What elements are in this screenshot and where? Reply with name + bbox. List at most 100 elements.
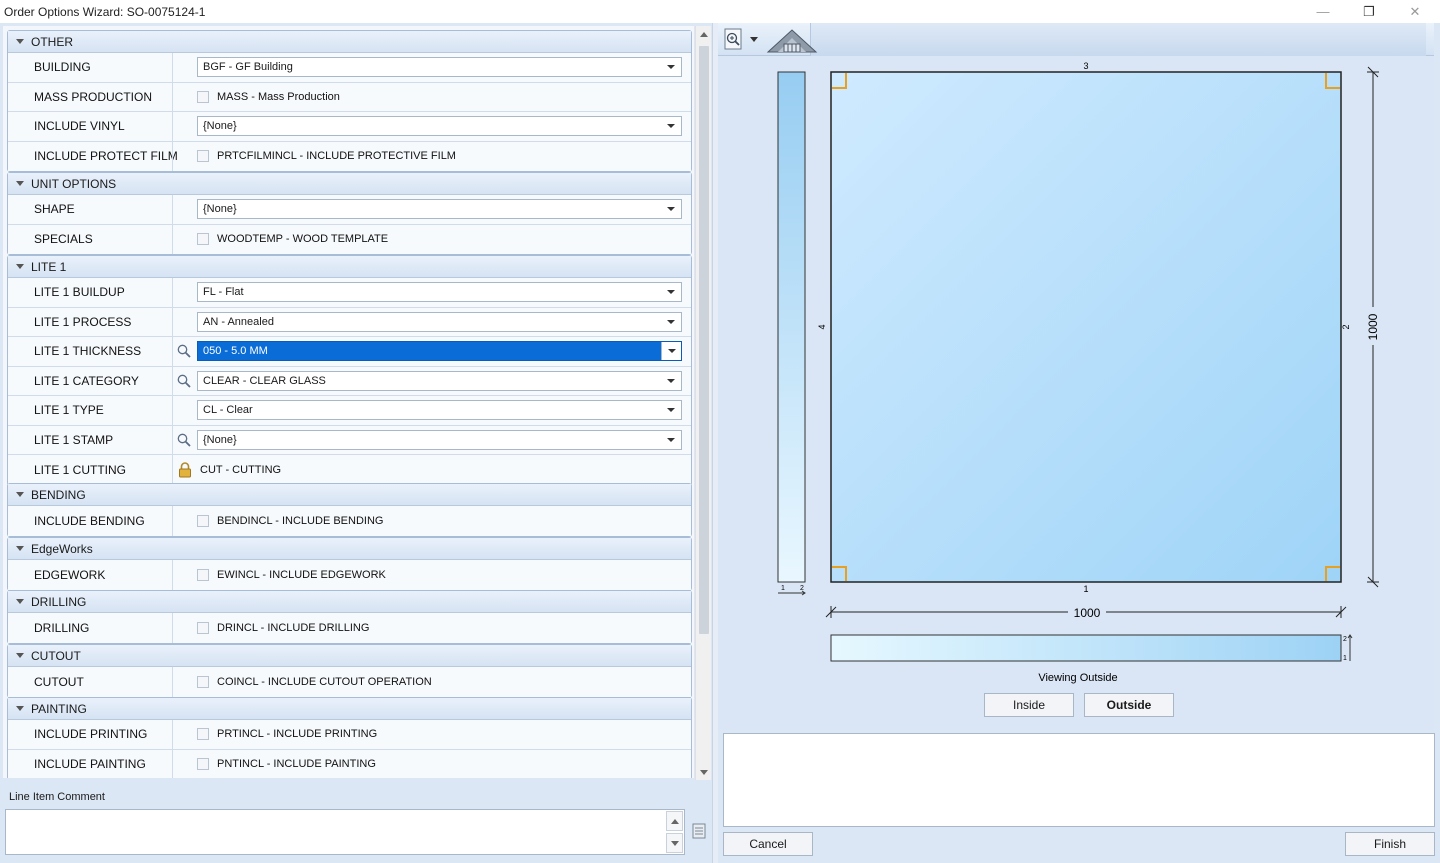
option-label: SHAPE (34, 202, 75, 217)
option-label: EDGEWORK (34, 567, 106, 582)
collapse-icon[interactable] (16, 264, 24, 269)
search-icon[interactable] (177, 433, 191, 447)
checkbox-text: PRTCFILMINCL - INCLUDE PROTECTIVE FILM (217, 150, 456, 163)
lite1-type-combo[interactable]: CL - Clear (197, 400, 682, 421)
order-notes-area[interactable] (723, 733, 1435, 827)
dropdown-arrow-icon[interactable] (661, 342, 681, 361)
dropdown-arrow-icon[interactable] (661, 401, 681, 419)
option-row-specials: SPECIALS WOODTEMP - WOOD TEMPLATE (8, 224, 691, 254)
combo-value: BGF - GF Building (203, 61, 293, 74)
lite1-stamp-combo[interactable]: {None} (197, 429, 682, 450)
comment-scroll-down-button[interactable] (666, 833, 683, 853)
section-header-bending[interactable]: BENDING (8, 484, 691, 506)
section-header-drilling[interactable]: DRILLING (8, 591, 691, 613)
checkbox-text: COINCL - INCLUDE CUTOUT OPERATION (217, 675, 432, 688)
section-edgeworks: EdgeWorks EDGEWORK EWINCL - INCLUDE EDGE… (7, 537, 692, 591)
protect-film-checkbox[interactable] (197, 150, 209, 163)
minimize-button[interactable]: — (1300, 0, 1346, 23)
section-cutout: CUTOUT CUTOUT COINCL - INCLUDE CUTOUT OP… (7, 644, 692, 698)
dropdown-arrow-icon[interactable] (661, 117, 681, 135)
option-row-lite1-process: LITE 1 PROCESS AN - Annealed (8, 307, 691, 337)
include-vinyl-combo[interactable]: {None} (197, 116, 682, 137)
section-header-edgeworks[interactable]: EdgeWorks (8, 538, 691, 560)
edge-label-left: 4 (817, 324, 827, 329)
lite1-category-combo[interactable]: CLEAR - CLEAR GLASS (197, 370, 682, 391)
dropdown-arrow-icon[interactable] (661, 431, 681, 449)
scroll-down-button[interactable] (696, 764, 712, 780)
option-label: LITE 1 THICKNESS (34, 344, 142, 359)
combo-value: 050 - 5.0 MM (203, 345, 268, 358)
notes-icon[interactable] (692, 823, 706, 839)
scrollbar-thumb[interactable] (699, 46, 709, 634)
section-header-other[interactable]: OTHER (8, 31, 691, 53)
lock-icon (179, 461, 191, 478)
title-bar: Order Options Wizard: SO-0075124-1 — ❐ ✕ (0, 0, 1440, 23)
lite1-buildup-combo[interactable]: FL - Flat (197, 282, 682, 303)
section-header-unit-options[interactable]: UNIT OPTIONS (8, 173, 691, 195)
section-bending: BENDING INCLUDE BENDING BENDINCL - INCLU… (7, 483, 692, 537)
option-label: LITE 1 TYPE (34, 403, 104, 418)
house-view-icon[interactable] (766, 26, 820, 53)
shape-combo[interactable]: {None} (197, 199, 682, 220)
inside-view-button[interactable]: Inside (984, 693, 1074, 717)
edgework-checkbox[interactable] (197, 568, 209, 581)
dropdown-arrow-icon[interactable] (661, 313, 681, 331)
combo-value: {None} (203, 433, 237, 446)
side-edge-label: 2 (800, 585, 804, 592)
section-title: LITE 1 (31, 259, 67, 274)
outside-view-button[interactable]: Outside (1084, 693, 1174, 717)
building-combo[interactable]: BGF - GF Building (197, 57, 682, 78)
scroll-up-button[interactable] (696, 26, 712, 42)
height-dimension-label: 1000 (1366, 313, 1380, 340)
search-icon[interactable] (177, 374, 191, 388)
cancel-button[interactable]: Cancel (723, 832, 813, 856)
line-item-comment-input[interactable] (5, 809, 685, 855)
option-label: CUTOUT (34, 674, 84, 689)
option-label: LITE 1 PROCESS (34, 314, 132, 329)
zoom-dropdown-icon[interactable] (750, 37, 758, 42)
bottom-edge-label: 2 (1343, 636, 1347, 643)
mass-production-checkbox[interactable] (197, 90, 209, 103)
collapse-icon[interactable] (16, 492, 24, 497)
comment-scrollbar[interactable] (666, 811, 683, 853)
glass-drawing: 1 2 3 1 4 2 1000 1000 2 1 Viewing Outsid… (777, 61, 1380, 684)
dropdown-arrow-icon[interactable] (661, 372, 681, 390)
collapse-icon[interactable] (16, 653, 24, 658)
cutout-checkbox[interactable] (197, 675, 209, 688)
finish-button[interactable]: Finish (1345, 832, 1435, 856)
section-header-painting[interactable]: PAINTING (8, 698, 691, 720)
section-lite1: LITE 1 LITE 1 BUILDUP FL - Flat LITE 1 P… (7, 255, 692, 486)
include-printing-checkbox[interactable] (197, 728, 209, 741)
option-row-lite1-stamp: LITE 1 STAMP {None} (8, 425, 691, 455)
section-header-cutout[interactable]: CUTOUT (8, 645, 691, 667)
specials-checkbox[interactable] (197, 233, 209, 246)
option-row-lite1-thickness: LITE 1 THICKNESS 050 - 5.0 MM (8, 337, 691, 367)
option-label: INCLUDE PROTECT FILM (34, 149, 178, 164)
collapse-icon[interactable] (16, 181, 24, 186)
option-label: LITE 1 BUILDUP (34, 285, 125, 300)
lite1-thickness-combo[interactable]: 050 - 5.0 MM (197, 341, 682, 362)
include-bending-checkbox[interactable] (197, 514, 209, 527)
collapse-icon[interactable] (16, 546, 24, 551)
options-scrollbar[interactable] (695, 26, 711, 780)
lite1-process-combo[interactable]: AN - Annealed (197, 311, 682, 332)
drilling-checkbox[interactable] (197, 621, 209, 634)
search-icon[interactable] (177, 344, 191, 358)
zoom-icon[interactable] (724, 28, 746, 50)
option-row-mass-production: MASS PRODUCTION MASS - Mass Production (8, 82, 691, 112)
dropdown-arrow-icon[interactable] (661, 283, 681, 301)
option-row-lite1-cutting: LITE 1 CUTTING CUT - CUTTING (8, 455, 691, 485)
section-header-lite1[interactable]: LITE 1 (8, 256, 691, 278)
dropdown-arrow-icon[interactable] (661, 200, 681, 218)
collapse-icon[interactable] (16, 39, 24, 44)
side-edge-label: 1 (781, 585, 785, 592)
collapse-icon[interactable] (16, 599, 24, 604)
dropdown-arrow-icon[interactable] (661, 58, 681, 76)
restore-button[interactable]: ❐ (1346, 0, 1392, 23)
window-client: OTHER BUILDING BGF - GF Building MASS PR… (0, 23, 1440, 863)
collapse-icon[interactable] (16, 706, 24, 711)
close-button[interactable]: ✕ (1392, 0, 1438, 23)
include-painting-checkbox[interactable] (197, 758, 209, 771)
section-other: OTHER BUILDING BGF - GF Building MASS PR… (7, 30, 692, 172)
comment-scroll-up-button[interactable] (666, 811, 683, 831)
